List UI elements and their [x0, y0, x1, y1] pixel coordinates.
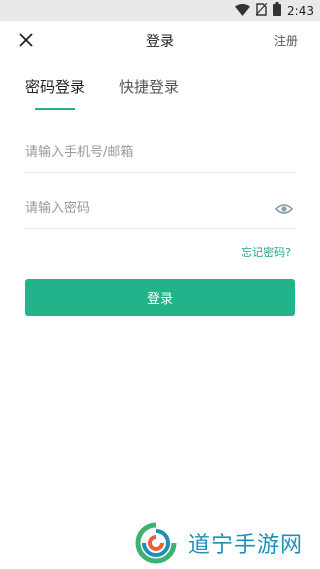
top-bar: 登录 注册: [0, 21, 320, 61]
account-input[interactable]: [25, 145, 295, 160]
account-field: [25, 133, 295, 173]
status-icons: 2:43: [235, 2, 314, 19]
register-link[interactable]: 注册: [274, 32, 298, 49]
tab-password-login[interactable]: 密码登录: [25, 76, 86, 110]
password-field: [25, 189, 295, 229]
status-bar: 2:43: [0, 0, 320, 21]
tab-quick-login[interactable]: 快捷登录: [119, 76, 179, 104]
battery-icon: [273, 1, 282, 20]
watermark-text: 道宁手游网: [188, 533, 304, 558]
login-tabs: 密码登录 快捷登录: [25, 76, 179, 110]
close-button[interactable]: [14, 29, 38, 53]
tab-label: 快捷登录: [119, 78, 180, 96]
wifi-icon: [235, 1, 251, 20]
no-sim-icon: [255, 1, 268, 20]
forgot-password-link[interactable]: 忘记密码?: [241, 244, 291, 260]
login-button[interactable]: 登录: [25, 279, 295, 316]
status-time: 2:43: [287, 3, 314, 18]
page-title: 登录: [146, 34, 174, 50]
watermark: 道宁手游网: [134, 520, 314, 566]
password-input[interactable]: [25, 201, 295, 216]
swirl-logo-icon: [134, 521, 178, 565]
tab-label: 密码登录: [25, 78, 86, 96]
eye-icon[interactable]: [274, 201, 294, 215]
active-tab-indicator: [35, 108, 75, 110]
close-icon: [19, 32, 33, 51]
